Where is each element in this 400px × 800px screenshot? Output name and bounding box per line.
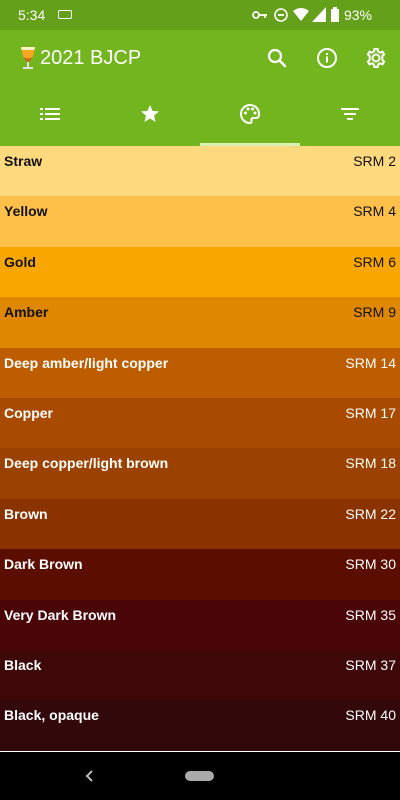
- srm-value: SRM 30: [345, 556, 396, 573]
- srm-value: SRM 37: [345, 656, 396, 673]
- do-not-disturb-icon: [274, 8, 288, 25]
- srm-value: SRM 40: [345, 707, 396, 724]
- wifi-icon: [293, 8, 309, 25]
- battery-percent: 93%: [343, 7, 372, 23]
- list-icon: [40, 107, 60, 126]
- color-row[interactable]: Gold SRM 6: [0, 246, 400, 298]
- app-bar: 2021 BJCP: [0, 30, 400, 86]
- color-row[interactable]: Deep amber/light copper SRM 14: [0, 347, 400, 398]
- tab-bar: [0, 86, 400, 146]
- srm-value: SRM 17: [345, 404, 396, 421]
- palette-icon: [239, 103, 261, 130]
- system-navigation-bar: [0, 752, 400, 800]
- status-bar: 5:34 93%: [0, 0, 400, 30]
- srm-value: SRM 2: [353, 153, 396, 169]
- srm-value: SRM 18: [345, 455, 396, 472]
- srm-color-list: Straw SRM 2 Yellow SRM 4 Gold SRM 6 Amber SRM 9…: [0, 146, 400, 751]
- srm-value: SRM 22: [345, 505, 396, 522]
- color-name: Black, opaque: [4, 707, 99, 724]
- filter-icon: [340, 107, 360, 126]
- tab-colors[interactable]: [200, 86, 300, 146]
- settings-gear-icon[interactable]: [362, 44, 390, 72]
- srm-value: SRM 4: [353, 203, 396, 220]
- color-name: Dark Brown: [4, 556, 83, 573]
- back-chevron-icon[interactable]: [84, 768, 94, 789]
- color-row[interactable]: Black, opaque SRM 40: [0, 700, 400, 751]
- home-pill-button[interactable]: [185, 771, 214, 781]
- notification-icon: [58, 10, 72, 19]
- vpn-key-icon: [252, 8, 268, 25]
- color-name: Straw: [4, 153, 43, 169]
- search-icon[interactable]: [263, 44, 291, 72]
- tab-styles-list[interactable]: [0, 86, 100, 146]
- color-name: Very Dark Brown: [4, 606, 117, 623]
- star-icon: [140, 104, 160, 129]
- color-row[interactable]: Amber SRM 9: [0, 297, 400, 348]
- srm-value: SRM 14: [345, 354, 396, 371]
- color-name: Gold: [4, 253, 36, 270]
- color-name: Amber: [4, 304, 49, 321]
- srm-value: SRM 35: [345, 606, 396, 623]
- color-name: Yellow: [4, 203, 48, 220]
- color-row[interactable]: Black SRM 37: [0, 649, 400, 701]
- srm-value: SRM 9: [353, 304, 396, 321]
- color-name: Black: [4, 656, 42, 673]
- battery-icon: [331, 7, 339, 25]
- info-icon[interactable]: [313, 44, 341, 72]
- color-row[interactable]: Copper SRM 17: [0, 397, 400, 449]
- color-name: Copper: [4, 404, 53, 421]
- color-name: Deep copper/light brown: [4, 455, 169, 472]
- tab-favorites[interactable]: [100, 86, 200, 146]
- color-row[interactable]: Brown SRM 22: [0, 498, 400, 550]
- status-time: 5:34: [18, 7, 46, 23]
- tab-filter[interactable]: [300, 86, 400, 146]
- color-row[interactable]: Yellow SRM 4: [0, 196, 400, 247]
- color-row[interactable]: Dark Brown SRM 30: [0, 549, 400, 600]
- beer-glass-icon: [18, 45, 38, 76]
- color-name: Brown: [4, 505, 48, 522]
- srm-value: SRM 6: [353, 253, 396, 270]
- app-title: 2021 BJCP: [40, 47, 142, 69]
- color-row[interactable]: Deep copper/light brown SRM 18: [0, 448, 400, 499]
- color-name: Deep amber/light copper: [4, 354, 169, 371]
- cell-signal-icon: [312, 7, 326, 25]
- color-row[interactable]: Very Dark Brown SRM 35: [0, 599, 400, 650]
- color-row[interactable]: Straw SRM 2: [0, 146, 400, 197]
